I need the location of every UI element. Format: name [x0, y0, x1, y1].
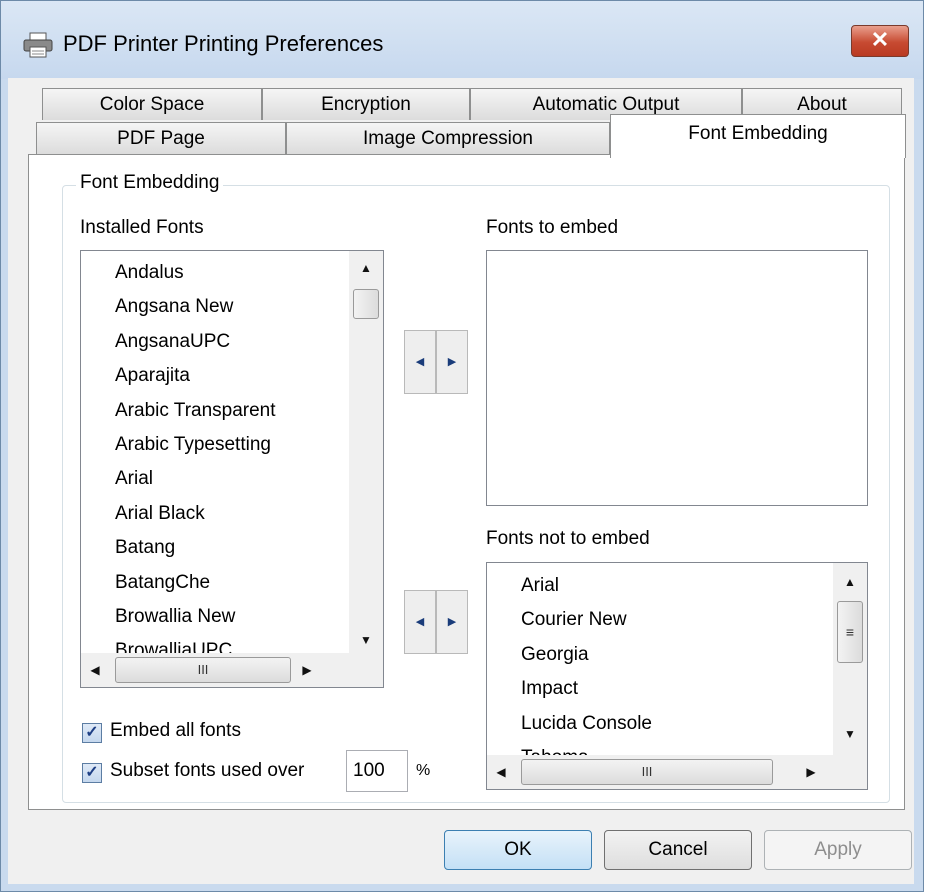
check-icon: ✓: [85, 764, 99, 781]
close-button[interactable]: ✕: [851, 25, 909, 57]
embed-all-checkbox[interactable]: ✓: [82, 723, 102, 743]
arrow-left-icon: ◀: [415, 616, 425, 628]
list-item[interactable]: Arial: [487, 569, 867, 603]
scroll-thumb[interactable]: ≡: [837, 601, 863, 663]
printer-icon: [23, 32, 53, 58]
arrow-up-icon[interactable]: ▲: [354, 261, 378, 275]
list-item[interactable]: Lucida Console: [487, 707, 867, 741]
apply-label: Apply: [814, 839, 862, 860]
not-embed-vertical-scrollbar[interactable]: ▲ ≡ ▼: [833, 563, 867, 755]
list-item[interactable]: Andalus: [81, 256, 383, 290]
tab-label: Image Compression: [362, 128, 534, 149]
list-item[interactable]: BatangChe: [81, 566, 383, 600]
ok-label: OK: [504, 839, 532, 860]
subset-value: 100: [353, 760, 385, 781]
not-embed-horizontal-scrollbar[interactable]: ◀ III ▶: [487, 755, 867, 789]
tab-encryption[interactable]: Encryption: [262, 88, 470, 120]
tab-label: Color Space: [99, 94, 205, 115]
list-item[interactable]: Aparajita: [81, 359, 383, 393]
cancel-label: Cancel: [648, 839, 708, 860]
move-left-button[interactable]: ◀: [404, 590, 436, 654]
fonts-not-to-embed-list[interactable]: Arial Courier New Georgia Impact Lucida …: [486, 562, 868, 790]
installed-fonts-label: Installed Fonts: [80, 217, 204, 238]
arrow-left-icon[interactable]: ◀: [489, 765, 513, 779]
scroll-corner: [833, 755, 867, 789]
fonts-to-embed-list[interactable]: [486, 250, 868, 506]
tab-pdf-page[interactable]: PDF Page: [36, 122, 286, 154]
check-icon: ✓: [85, 724, 99, 741]
ok-button[interactable]: OK: [444, 830, 592, 870]
arrow-up-icon[interactable]: ▲: [838, 575, 862, 589]
close-icon: ✕: [870, 27, 890, 52]
group-title: Font Embedding: [76, 172, 224, 194]
fonts-not-to-embed-label: Fonts not to embed: [486, 528, 650, 549]
arrow-right-icon[interactable]: ▶: [799, 765, 823, 779]
installed-horizontal-scrollbar[interactable]: ◀ III ▶: [81, 653, 383, 687]
subset-threshold-input[interactable]: 100: [346, 750, 408, 792]
list-item[interactable]: Impact: [487, 672, 867, 706]
grip-icon: III: [641, 764, 653, 779]
grip-icon: III: [197, 662, 209, 677]
arrow-right-icon: ▶: [447, 356, 457, 368]
scroll-thumb[interactable]: [353, 289, 379, 319]
list-item[interactable]: Batang: [81, 531, 383, 565]
tab-label: PDF Page: [117, 128, 205, 149]
move-right-button[interactable]: ▶: [436, 590, 468, 654]
list-item[interactable]: AngsanaUPC: [81, 325, 383, 359]
scroll-thumb[interactable]: III: [115, 657, 291, 683]
embed-all-label[interactable]: Embed all fonts: [110, 720, 241, 742]
arrow-left-icon: ◀: [415, 356, 425, 368]
move-left-button[interactable]: ◀: [404, 330, 436, 394]
subset-fonts-checkbox[interactable]: ✓: [82, 763, 102, 783]
tab-label: Font Embedding: [688, 123, 828, 144]
list-item[interactable]: Browallia New: [81, 600, 383, 634]
percent-label: %: [416, 762, 431, 779]
tab-label: Automatic Output: [532, 94, 680, 115]
arrow-down-icon[interactable]: ▼: [838, 727, 862, 741]
scroll-thumb[interactable]: III: [521, 759, 773, 785]
list-item[interactable]: Courier New: [487, 603, 867, 637]
cancel-button[interactable]: Cancel: [604, 830, 752, 870]
arrow-right-icon: ▶: [447, 616, 457, 628]
list-item[interactable]: Arabic Typesetting: [81, 428, 383, 462]
arrow-down-icon[interactable]: ▼: [354, 633, 378, 647]
list-item[interactable]: Arial Black: [81, 497, 383, 531]
window-title: PDF Printer Printing Preferences: [63, 31, 384, 56]
move-right-button[interactable]: ▶: [436, 330, 468, 394]
tab-color-space[interactable]: Color Space: [42, 88, 262, 120]
tab-label: Encryption: [321, 94, 411, 115]
installed-vertical-scrollbar[interactable]: ▲ ▼: [349, 251, 383, 653]
subset-fonts-label[interactable]: Subset fonts used over: [110, 760, 304, 782]
installed-fonts-list[interactable]: Andalus Angsana New AngsanaUPC Aparajita…: [80, 250, 384, 688]
tab-label: About: [797, 94, 847, 115]
tab-font-embedding[interactable]: Font Embedding: [610, 114, 906, 158]
apply-button[interactable]: Apply: [764, 830, 912, 870]
list-item[interactable]: Arabic Transparent: [81, 394, 383, 428]
arrow-right-icon[interactable]: ▶: [295, 663, 319, 677]
list-item[interactable]: Angsana New: [81, 290, 383, 324]
scroll-corner: [349, 653, 383, 687]
list-item[interactable]: Georgia: [487, 638, 867, 672]
grip-icon: ≡: [845, 624, 855, 640]
list-item[interactable]: Arial: [81, 462, 383, 496]
tab-image-compression[interactable]: Image Compression: [286, 122, 610, 154]
fonts-to-embed-label: Fonts to embed: [486, 217, 619, 238]
arrow-left-icon[interactable]: ◀: [83, 663, 107, 677]
title-bar[interactable]: PDF Printer Printing Preferences ✕: [1, 1, 923, 79]
